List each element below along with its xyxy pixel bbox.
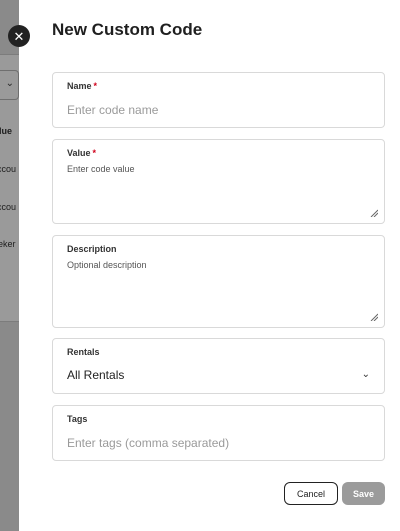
- resize-handle-icon[interactable]: [370, 313, 378, 321]
- chevron-down-icon: ⌄: [5, 78, 14, 89]
- tags-field[interactable]: Tags Enter tags (comma separated): [52, 405, 385, 461]
- name-label: Name *: [67, 81, 97, 91]
- description-field[interactable]: Description Optional description: [52, 235, 385, 328]
- value-label: Value *: [67, 148, 96, 158]
- background-row-text: eker: [0, 239, 16, 249]
- drawer-title: New Custom Code: [52, 20, 203, 39]
- chevron-down-icon: ⌄: [361, 369, 370, 380]
- close-icon: ✕: [13, 28, 25, 44]
- name-label-text: Name: [67, 81, 92, 91]
- name-input[interactable]: Enter code name: [67, 103, 158, 117]
- tags-label: Tags: [67, 414, 88, 424]
- save-button[interactable]: Save: [342, 482, 385, 505]
- resize-handle-icon[interactable]: [370, 209, 378, 217]
- close-button[interactable]: ✕: [8, 25, 30, 47]
- value-textarea[interactable]: Enter code value: [67, 164, 135, 174]
- cancel-button[interactable]: Cancel: [284, 482, 338, 505]
- background-column-header: lue: [0, 126, 13, 136]
- required-marker: *: [92, 148, 97, 158]
- value-field[interactable]: Value * Enter code value: [52, 139, 385, 224]
- required-marker: *: [93, 81, 98, 91]
- description-textarea[interactable]: Optional description: [67, 260, 147, 270]
- rentals-select[interactable]: Rentals All Rentals ⌄: [52, 338, 385, 394]
- rentals-selected-value: All Rentals: [67, 368, 125, 382]
- background-overlay: ⌄ lue ccou ccou eker: [0, 0, 19, 531]
- background-row-text: ccou: [0, 164, 17, 174]
- name-field[interactable]: Name * Enter code name: [52, 72, 385, 128]
- background-dropdown: ⌄: [0, 70, 19, 100]
- value-label-text: Value: [67, 148, 91, 158]
- custom-code-drawer: New Custom Code Name * Enter code name Va…: [19, 0, 400, 531]
- tags-input[interactable]: Enter tags (comma separated): [67, 436, 229, 450]
- background-row-text: ccou: [0, 202, 17, 212]
- description-label: Description: [67, 244, 117, 254]
- rentals-label: Rentals: [67, 347, 100, 357]
